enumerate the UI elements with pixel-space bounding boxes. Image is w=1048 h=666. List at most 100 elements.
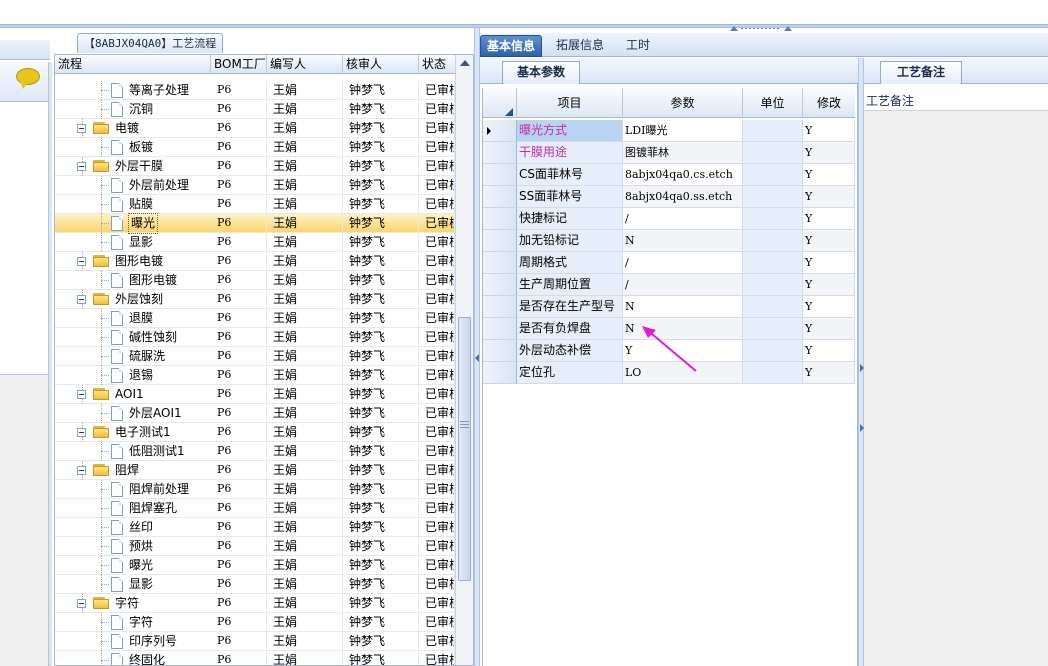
- cell-param[interactable]: N: [623, 296, 743, 318]
- tree-node-label[interactable]: 低阻测试1: [129, 442, 185, 461]
- tree-row[interactable]: 电子测试1 P6王娟钟梦飞已审核: [55, 423, 455, 442]
- message-panel[interactable]: [0, 62, 50, 102]
- cell-param[interactable]: N: [623, 230, 743, 252]
- tree-node-label[interactable]: 阻焊前处理: [129, 480, 189, 499]
- tree-node-label[interactable]: 印序列号: [129, 632, 177, 651]
- tree-row[interactable]: 预烘 P6王娟钟梦飞已审核: [55, 537, 455, 556]
- tree-node-label[interactable]: 贴膜: [129, 195, 153, 214]
- tree-node-label[interactable]: 丝印: [129, 518, 153, 537]
- row-selector[interactable]: [483, 120, 517, 142]
- params-row[interactable]: 是否存在生产型号 N Y: [483, 296, 855, 318]
- collapse-up-icon[interactable]: [730, 26, 738, 31]
- col-header-status[interactable]: 状态: [419, 55, 455, 74]
- tree-row[interactable]: 贴膜 P6王娟钟梦飞已审核: [55, 195, 455, 214]
- tree-row[interactable]: 阻焊塞孔 P6王娟钟梦飞已审核: [55, 499, 455, 518]
- tree-node-label[interactable]: 曝光: [129, 556, 153, 575]
- cell-param[interactable]: /: [623, 274, 743, 296]
- tree-node-label[interactable]: 退锡: [129, 366, 153, 385]
- tree-row[interactable]: AOI1 P6王娟钟梦飞已审核: [55, 385, 455, 404]
- tree-row[interactable]: 退膜 P6王娟钟梦飞已审核: [55, 309, 455, 328]
- tree-row[interactable]: 显影 P6王娟钟梦飞已审核: [55, 575, 455, 594]
- params-row[interactable]: 周期格式 / Y: [483, 252, 855, 274]
- params-row[interactable]: 干膜用途 图镀菲林 Y: [483, 142, 855, 164]
- cell-param[interactable]: /: [623, 252, 743, 274]
- col-header-bom[interactable]: BOM工厂: [211, 55, 267, 74]
- tree-row[interactable]: 终固化 P6王娟钟梦飞已审核: [55, 651, 455, 665]
- collapse-toggle-icon[interactable]: [77, 257, 86, 266]
- tab-extended-info[interactable]: 拓展信息: [550, 35, 610, 57]
- row-selector[interactable]: [483, 274, 517, 296]
- scroll-thumb[interactable]: [458, 317, 471, 581]
- tree-row[interactable]: 印序列号 P6王娟钟梦飞已审核: [55, 632, 455, 651]
- tree-node-label[interactable]: 外层干膜: [115, 157, 163, 176]
- tree-row[interactable]: 曝光 P6王娟钟梦飞已审核: [55, 556, 455, 575]
- collapse-toggle-icon[interactable]: [77, 390, 86, 399]
- tree-node-label[interactable]: 图形电镀: [129, 271, 177, 290]
- row-selector[interactable]: [483, 142, 517, 164]
- tree-node-label[interactable]: 阻焊塞孔: [129, 499, 177, 518]
- left-splitter[interactable]: [48, 62, 52, 666]
- row-selector[interactable]: [483, 252, 517, 274]
- row-selector[interactable]: [483, 362, 517, 384]
- tree-row[interactable]: 字符 P6王娟钟梦飞已审核: [55, 594, 455, 613]
- tree-node-label[interactable]: 硫脲洗: [129, 347, 165, 366]
- tree-row[interactable]: 图形电镀 P6王娟钟梦飞已审核: [55, 252, 455, 271]
- tree-node-label[interactable]: 电子测试1: [115, 423, 171, 442]
- collapse-toggle-icon[interactable]: [77, 466, 86, 475]
- col-header-param[interactable]: 参数: [623, 88, 743, 118]
- tree-row[interactable]: 显影 P6王娟钟梦飞已审核: [55, 233, 455, 252]
- row-selector[interactable]: [483, 340, 517, 362]
- row-selector[interactable]: [483, 230, 517, 252]
- tree-node-label[interactable]: 等离子处理: [129, 81, 189, 100]
- process-flow-tree[interactable]: 流程 BOM工厂 编写人 核审人 状态 等离子处理P6王娟钟梦飞已审核沉铜P6王…: [54, 54, 474, 666]
- tree-vertical-scrollbar[interactable]: [455, 55, 473, 665]
- tab-work-hours[interactable]: 工时: [620, 35, 656, 57]
- chat-bubble-icon[interactable]: [16, 68, 42, 90]
- col-header-unit[interactable]: 单位: [743, 88, 803, 118]
- col-header-flow[interactable]: 流程: [55, 55, 211, 74]
- col-header-modify[interactable]: 修改: [803, 88, 855, 118]
- tree-row[interactable]: 外层AOI1 P6王娟钟梦飞已审核: [55, 404, 455, 423]
- collapse-toggle-icon[interactable]: [77, 162, 86, 171]
- cell-param[interactable]: /: [623, 208, 743, 230]
- tree-node-label[interactable]: 沉铜: [129, 100, 153, 119]
- tree-row[interactable]: 沉铜 P6王娟钟梦飞已审核: [55, 100, 455, 119]
- row-selector[interactable]: [483, 186, 517, 208]
- collapse-toggle-icon[interactable]: [77, 295, 86, 304]
- tree-node-label[interactable]: 外层前处理: [129, 176, 189, 195]
- tree-row[interactable]: 电镀 P6王娟钟梦飞已审核: [55, 119, 455, 138]
- col-header-reviewer[interactable]: 核审人: [343, 55, 419, 74]
- row-selector[interactable]: [483, 208, 517, 230]
- params-row[interactable]: 生产周期位置 / Y: [483, 274, 855, 296]
- tab-process-notes[interactable]: 工艺备注: [880, 61, 962, 84]
- tree-row[interactable]: 阻焊 P6王娟钟梦飞已审核: [55, 461, 455, 480]
- tree-node-label[interactable]: 显影: [129, 575, 153, 594]
- tree-node-label[interactable]: 外层蚀刻: [115, 290, 163, 309]
- tree-row[interactable]: 外层干膜 P6王娟钟梦飞已审核: [55, 157, 455, 176]
- cell-param[interactable]: 8abjx04qa0.ss.etch: [623, 186, 743, 208]
- cell-param[interactable]: LDI曝光: [623, 120, 743, 142]
- col-header-item[interactable]: 项目: [517, 88, 623, 118]
- tab-basic-info[interactable]: 基本信息: [480, 35, 543, 57]
- params-row[interactable]: 加无铅标记 N Y: [483, 230, 855, 252]
- tree-row[interactable]: 等离子处理 P6王娟钟梦飞已审核: [55, 81, 455, 100]
- params-grid[interactable]: 项目 参数 单位 修改 曝光方式 LDI曝光 Y 干膜用途 图镀菲林 Y CS面菲林号 8ab…: [482, 88, 855, 666]
- tree-node-label[interactable]: 图形电镀: [115, 252, 163, 271]
- notes-textarea[interactable]: [864, 110, 1048, 666]
- tree-node-label[interactable]: 阻焊: [115, 461, 139, 480]
- row-header-corner[interactable]: [483, 88, 517, 118]
- tree-node-label[interactable]: 碱性蚀刻: [129, 328, 177, 347]
- tree-row[interactable]: 外层蚀刻 P6王娟钟梦飞已审核: [55, 290, 455, 309]
- tree-row[interactable]: 退锡 P6王娟钟梦飞已审核: [55, 366, 455, 385]
- scroll-up-icon[interactable]: [460, 60, 470, 66]
- params-row[interactable]: SS面菲林号 8abjx04qa0.ss.etch Y: [483, 186, 855, 208]
- tree-row[interactable]: 字符 P6王娟钟梦飞已审核: [55, 613, 455, 632]
- tree-node-label[interactable]: 终固化: [129, 651, 165, 665]
- row-selector[interactable]: [483, 318, 517, 340]
- collapse-toggle-icon[interactable]: [77, 124, 86, 133]
- collapse-up-icon[interactable]: [784, 26, 792, 31]
- tree-row[interactable]: 曝光 P6王娟钟梦飞已审核: [55, 213, 455, 234]
- tree-node-label[interactable]: AOI1: [115, 385, 144, 404]
- cell-param[interactable]: 图镀菲林: [623, 142, 743, 164]
- col-header-writer[interactable]: 编写人: [267, 55, 343, 74]
